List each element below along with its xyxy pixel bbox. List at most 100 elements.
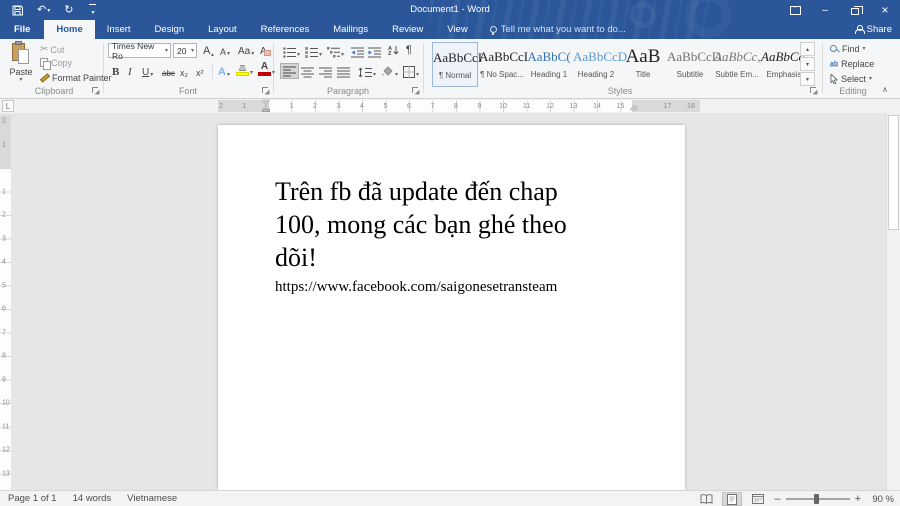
document-area: 2112345678910111213 Trên fb đã update đế… bbox=[0, 113, 900, 490]
customize-qat-icon: ▾ bbox=[87, 4, 97, 16]
language-indicator[interactable]: Vietnamese bbox=[119, 493, 185, 504]
align-left-button[interactable] bbox=[280, 63, 299, 79]
style-subtle-emphasis[interactable]: AaBbCc, Subtle Em... bbox=[714, 42, 760, 87]
align-left-icon bbox=[283, 66, 296, 77]
bullets-button[interactable]: ▾ bbox=[281, 43, 302, 59]
change-case-button[interactable]: Aa ▾ bbox=[236, 42, 256, 58]
customize-quick-access-toolbar-button[interactable]: ▾ bbox=[83, 1, 101, 19]
sort-button[interactable]: AZ bbox=[386, 42, 401, 58]
shading-button[interactable]: ▾ bbox=[379, 63, 400, 79]
redo-button[interactable]: ↻ bbox=[60, 1, 77, 19]
tab-design[interactable]: Design bbox=[143, 20, 197, 39]
style-heading-1[interactable]: AaBbC( Heading 1 bbox=[526, 42, 572, 87]
borders-button[interactable]: ▾ bbox=[401, 63, 421, 79]
styles-scroll-up-button[interactable]: ▴ bbox=[800, 42, 815, 56]
zoom-slider-thumb[interactable] bbox=[814, 494, 819, 504]
minimize-button[interactable]: – bbox=[810, 0, 840, 20]
left-indent-marker[interactable] bbox=[262, 109, 270, 112]
tab-mailings[interactable]: Mailings bbox=[321, 20, 380, 39]
clear-formatting-button[interactable]: A bbox=[258, 42, 269, 58]
format-painter-button[interactable]: Format Painter bbox=[40, 73, 112, 83]
zoom-in-button[interactable]: + bbox=[855, 494, 861, 505]
ruler-number: 10 bbox=[499, 102, 507, 111]
find-button[interactable]: Find ▾ bbox=[830, 44, 866, 54]
style-heading-2[interactable]: AaBbCcD Heading 2 bbox=[573, 42, 619, 87]
undo-icon: ↶ bbox=[37, 5, 46, 16]
font-family-combo[interactable]: Times New Ro ▾ bbox=[108, 43, 171, 58]
styles-scroll-down-button[interactable]: ▾ bbox=[800, 57, 815, 71]
underline-button[interactable]: U ▾ bbox=[140, 63, 155, 79]
show-hide-paragraph-button[interactable]: ¶ bbox=[404, 41, 414, 57]
copy-button[interactable]: Copy bbox=[40, 58, 72, 68]
select-button[interactable]: Select ▾ bbox=[830, 74, 872, 84]
tab-file[interactable]: File bbox=[0, 20, 44, 39]
decrease-indent-button[interactable] bbox=[349, 43, 366, 59]
right-indent-marker[interactable] bbox=[630, 105, 638, 110]
bold-icon: B bbox=[112, 66, 119, 78]
tab-insert[interactable]: Insert bbox=[95, 20, 143, 39]
strikethrough-button[interactable]: abc bbox=[160, 63, 177, 79]
line-spacing-button[interactable]: ▾ bbox=[356, 63, 378, 79]
tab-home[interactable]: Home bbox=[44, 20, 94, 39]
text-effects-button[interactable]: A ▾ bbox=[216, 63, 232, 79]
collapse-ribbon-button[interactable]: ∧ bbox=[882, 85, 888, 94]
justify-button[interactable] bbox=[335, 63, 352, 79]
zoom-level[interactable]: 90 % bbox=[866, 494, 894, 505]
clipboard-dialog-launcher-icon[interactable] bbox=[92, 87, 101, 96]
ruler-number: 9 bbox=[478, 102, 482, 111]
ruler-number: 9 bbox=[2, 376, 6, 383]
print-layout-button[interactable] bbox=[722, 492, 742, 506]
document-page[interactable]: Trên fb đã update đến chap 100, mong các… bbox=[218, 125, 685, 490]
italic-button[interactable]: I bbox=[126, 63, 134, 79]
grow-font-button[interactable]: A ▾ bbox=[201, 42, 216, 58]
chevron-down-icon: ▾ bbox=[272, 70, 275, 76]
share-button[interactable]: Share bbox=[855, 20, 892, 39]
zoom-out-button[interactable]: – bbox=[774, 494, 780, 505]
replace-button[interactable]: a̲b̲ Replace bbox=[830, 59, 874, 69]
cut-button[interactable]: ✂ Cut bbox=[40, 44, 64, 55]
styles-dialog-launcher-icon[interactable] bbox=[810, 87, 819, 96]
style-subtitle[interactable]: AaBbCcD Subtitle bbox=[667, 42, 713, 87]
share-person-icon bbox=[855, 25, 863, 34]
increase-indent-button[interactable] bbox=[366, 43, 383, 59]
undo-button[interactable]: ↶ ▾ bbox=[33, 1, 54, 19]
style-normal[interactable]: AaBbCcI ¶ Normal bbox=[432, 42, 478, 87]
restore-button[interactable] bbox=[840, 0, 870, 20]
ruler-number: 12 bbox=[546, 102, 554, 111]
shrink-font-button[interactable]: A ▾ bbox=[218, 42, 232, 58]
zoom-slider[interactable] bbox=[786, 498, 850, 500]
bold-button[interactable]: B bbox=[110, 63, 121, 79]
style-no-spacing[interactable]: AaBbCcI ¶ No Spac... bbox=[479, 42, 525, 87]
text-highlight-color-button[interactable]: ▾ bbox=[234, 61, 255, 77]
web-layout-button[interactable] bbox=[748, 492, 768, 506]
tell-me-box[interactable]: Tell me what you want to do... bbox=[480, 20, 636, 39]
scrollbar-thumb[interactable] bbox=[888, 115, 899, 230]
vertical-scrollbar[interactable]: ▴ bbox=[886, 100, 900, 490]
ruler-number: 12 bbox=[2, 447, 10, 454]
close-button[interactable]: × bbox=[870, 0, 900, 20]
font-color-button[interactable]: A ▾ bbox=[256, 61, 277, 77]
subscript-button[interactable]: x₂ bbox=[178, 63, 190, 79]
style-title[interactable]: AaB Title bbox=[620, 42, 666, 87]
tab-selector-button[interactable]: L bbox=[2, 100, 14, 112]
align-center-button[interactable] bbox=[299, 63, 316, 79]
tab-references[interactable]: References bbox=[249, 20, 322, 39]
ribbon-display-options-button[interactable]: ⌃ bbox=[780, 0, 810, 20]
tab-view[interactable]: View bbox=[435, 20, 479, 39]
tab-review[interactable]: Review bbox=[380, 20, 435, 39]
read-mode-button[interactable] bbox=[696, 492, 716, 506]
font-dialog-launcher-icon[interactable] bbox=[262, 87, 271, 96]
numbering-button[interactable]: ▾ bbox=[303, 43, 324, 59]
word-count[interactable]: 14 words bbox=[65, 493, 120, 504]
font-size-combo[interactable]: 20 ▾ bbox=[173, 43, 197, 58]
page-indicator[interactable]: Page 1 of 1 bbox=[0, 493, 65, 504]
align-right-button[interactable] bbox=[317, 63, 334, 79]
superscript-button[interactable]: x² bbox=[194, 63, 206, 79]
save-button[interactable] bbox=[8, 1, 27, 19]
chevron-down-icon: ▾ bbox=[165, 48, 168, 54]
font-family-value: Times New Ro bbox=[112, 41, 165, 61]
tab-layout[interactable]: Layout bbox=[196, 20, 249, 39]
styles-more-button[interactable]: ▾ bbox=[800, 72, 815, 86]
multilevel-list-button[interactable]: ▾ bbox=[325, 43, 346, 59]
paragraph-dialog-launcher-icon[interactable] bbox=[412, 87, 421, 96]
